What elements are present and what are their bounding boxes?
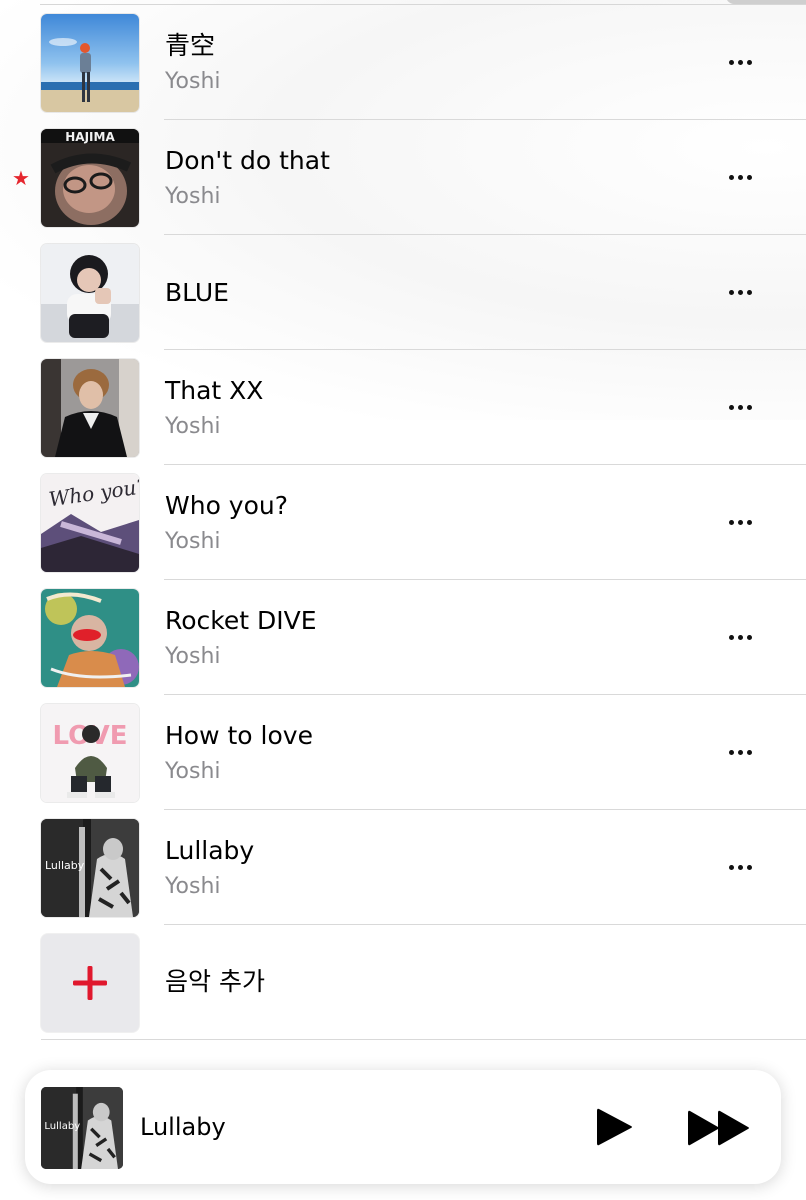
play-icon[interactable] (593, 1106, 635, 1148)
track-list: 青空 Yoshi ★ HAJIMA Don't do that Yoshi BL… (0, 5, 806, 1040)
track-artist: Yoshi (165, 644, 221, 669)
star-icon: ★ (12, 166, 30, 190)
track-row[interactable]: Rocket DIVE Yoshi (0, 580, 806, 695)
mini-player[interactable]: Lullaby Lullaby (25, 1070, 781, 1184)
track-artist: Yoshi (165, 759, 221, 784)
how-to-love-cover-art: LOVE (41, 704, 139, 802)
now-playing-title: Lullaby (140, 1113, 226, 1141)
ellipsis-icon[interactable] (714, 162, 766, 192)
track-title: How to love (165, 721, 313, 750)
lullaby-art-text: Lullaby (45, 859, 85, 872)
track-row[interactable]: BLUE (0, 235, 806, 350)
track-title: BLUE (165, 278, 229, 307)
track-artist: Yoshi (165, 874, 221, 899)
track-title: That XX (165, 376, 264, 405)
track-artist: Yoshi (165, 529, 221, 554)
now-playing-art: Lullaby (41, 1087, 123, 1169)
now-playing-art-text: Lullaby (44, 1121, 80, 1132)
rocket-dive-cover-art (41, 589, 139, 687)
plus-icon (73, 966, 107, 1000)
track-title: Don't do that (165, 146, 330, 175)
track-artist: Yoshi (165, 184, 221, 209)
track-title: Rocket DIVE (165, 606, 317, 635)
ellipsis-icon[interactable] (714, 852, 766, 882)
top-edge-shadow (726, 0, 806, 4)
add-music-tile[interactable] (41, 934, 139, 1032)
blue-cover-art (41, 244, 139, 342)
row-divider (41, 1039, 806, 1040)
fast-forward-icon[interactable] (687, 1108, 753, 1148)
ellipsis-icon[interactable] (714, 622, 766, 652)
track-title: Who you? (165, 491, 289, 520)
track-row[interactable]: That XX Yoshi (0, 350, 806, 465)
add-music-label[interactable]: 음악 추가 (165, 966, 265, 998)
ellipsis-icon[interactable] (714, 392, 766, 422)
lullaby-cover-art: Lullaby (41, 819, 139, 917)
track-artist: Yoshi (165, 69, 221, 94)
ellipsis-icon[interactable] (714, 277, 766, 307)
ellipsis-icon[interactable] (714, 507, 766, 537)
track-row[interactable]: 青空 Yoshi (0, 5, 806, 120)
track-title: 青空 (165, 31, 216, 60)
hajima-cover-art: HAJIMA (41, 129, 139, 227)
track-artist: Yoshi (165, 414, 221, 439)
who-you-cover-art: Who you? (41, 474, 139, 572)
that-xx-cover-art (41, 359, 139, 457)
beach-cover-art (41, 14, 139, 112)
track-row[interactable]: ★ HAJIMA Don't do that Yoshi (0, 120, 806, 235)
track-title: Lullaby (165, 836, 255, 865)
track-row[interactable]: Lullaby Lullaby Yoshi (0, 810, 806, 925)
track-row[interactable]: LOVE How to love Yoshi (0, 695, 806, 810)
hajima-art-text: HAJIMA (65, 130, 115, 144)
track-row[interactable]: Who you? Who you? Yoshi (0, 465, 806, 580)
ellipsis-icon[interactable] (714, 47, 766, 77)
ellipsis-icon[interactable] (714, 737, 766, 767)
add-music-row[interactable]: 음악 추가 (0, 925, 806, 1040)
